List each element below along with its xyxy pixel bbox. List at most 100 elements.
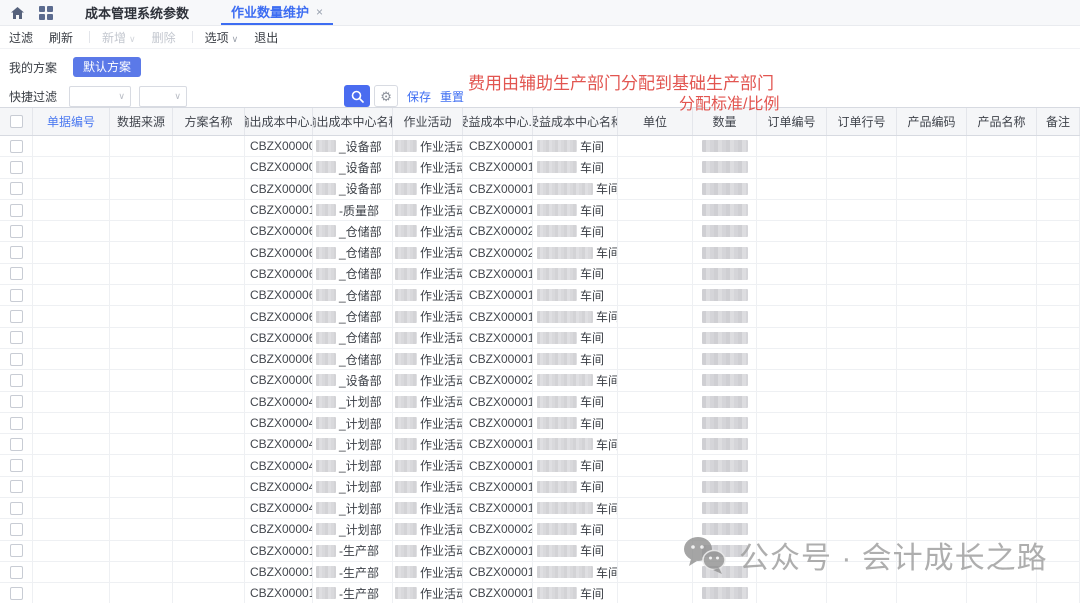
table-row[interactable]: CBZX000060_仓储部作业活动CBZX000012车间 [0,306,1080,327]
tab-activity-qty-maintenance[interactable]: 作业数量维护 × [221,0,333,25]
quick-filter-select-2[interactable]: ∨ [139,86,187,107]
select-all-checkbox[interactable] [10,115,23,128]
row-checkbox[interactable] [10,310,23,323]
cell [1037,477,1080,497]
column-header[interactable]: 受益成本中心... [463,108,533,135]
column-header[interactable]: 产品编码 [897,108,967,135]
row-checkbox[interactable] [10,417,23,430]
column-header[interactable]: 订单行号 [827,108,897,135]
cell [110,455,173,475]
cell-benefit-cost-center-name: 车间 [533,370,618,390]
table-row[interactable]: CBZX000040_计划部作业活动CBZX000022车间 [0,519,1080,540]
row-checkbox[interactable] [10,480,23,493]
table-row[interactable]: CBZX000040_计划部作业活动CBZX000014车间 [0,434,1080,455]
delete-button: 删除 [152,29,176,46]
row-checkbox[interactable] [10,523,23,536]
refresh-button[interactable]: 刷新 [49,29,73,46]
tab-bar: 成本管理系统参数 作业数量维护 × [0,0,1080,26]
apps-grid-icon[interactable] [39,0,53,25]
quick-filter-select-1[interactable]: ∨ [69,86,131,107]
row-checkbox[interactable] [10,246,23,259]
redacted-quantity [702,289,748,301]
row-checkbox[interactable] [10,140,23,153]
row-checkbox[interactable] [10,225,23,238]
table-row[interactable]: CBZX000009_设备部作业活动CBZX000017车间 [0,157,1080,178]
table-row[interactable]: CBZX000040_计划部作业活动CBZX000017车间 [0,477,1080,498]
table-row[interactable]: CBZX000060_仓储部作业活动CBZX000014车间 [0,264,1080,285]
row-checkbox[interactable] [10,544,23,557]
exit-button[interactable]: 退出 [254,29,278,46]
table-row[interactable]: CBZX000013-生产部作业活动CBZX000014车间 [0,583,1080,603]
row-checkbox[interactable] [10,502,23,515]
table-row[interactable]: CBZX000013-生产部作业活动CBZX000010车间 [0,541,1080,562]
column-header[interactable]: 输出成本中心... [245,108,313,135]
row-checkbox[interactable] [10,587,23,600]
table-row[interactable]: CBZX000009_设备部作业活动CBZX000019车间 [0,179,1080,200]
cell [0,242,33,262]
cell [110,200,173,220]
table-row[interactable]: CBZX000060_仓储部作业活动CBZX000022车间 [0,242,1080,263]
row-checkbox[interactable] [10,374,23,387]
options-button[interactable]: 选项∨ [205,29,239,46]
cell-benefit-cost-center: CBZX000010 [463,541,533,561]
redacted-text [316,332,336,344]
table-row[interactable]: CBZX000040_计划部作业活动CBZX000012车间 [0,413,1080,434]
search-button[interactable] [344,85,370,107]
filter-button[interactable]: 过滤 [9,29,33,46]
row-checkbox[interactable] [10,395,23,408]
home-icon[interactable] [10,0,25,25]
column-header[interactable]: 单据编号 [33,108,110,135]
column-header[interactable]: 备注 [1037,108,1080,135]
tab-cost-system-params[interactable]: 成本管理系统参数 [75,0,199,25]
table-row[interactable]: CBZX000060_仓储部作业活动CBZX000017车间 [0,349,1080,370]
table-row[interactable]: CBZX000009_设备部作业活动CBZX000015车间 [0,136,1080,157]
row-checkbox[interactable] [10,459,23,472]
cell [173,285,245,305]
cell [173,519,245,539]
save-button[interactable]: 保存 [407,88,431,105]
column-header[interactable]: 方案名称 [173,108,245,135]
cell [33,370,110,390]
table-row[interactable]: CBZX000060_仓储部作业活动CBZX000020车间 [0,221,1080,242]
table-row[interactable]: CBZX000040_计划部作业活动CBZX000010车间 [0,392,1080,413]
table-row[interactable]: CBZX000040_计划部作业活动CBZX000015车间 [0,455,1080,476]
cell [33,583,110,603]
column-header[interactable]: 输出成本中心名称 [313,108,393,135]
cell-output-cost-center-name: _设备部 [313,370,393,390]
table-row[interactable]: CBZX000060_仓储部作业活动CBZX000015车间 [0,328,1080,349]
table-row[interactable]: CBZX000009_设备部作业活动CBZX000022车间 [0,370,1080,391]
cell-output-cost-center-name: _仓储部 [313,264,393,284]
cell-benefit-cost-center-name: 车间 [533,477,618,497]
redacted-text [395,460,417,472]
cell-output-cost-center-name: _仓储部 [313,242,393,262]
redacted-text [395,396,417,408]
table-row[interactable]: CBZX000060_仓储部作业活动CBZX000010车间 [0,285,1080,306]
tab-close-icon[interactable]: × [316,5,323,19]
cell-quantity [693,455,757,475]
row-checkbox[interactable] [10,331,23,344]
redacted-text [316,438,336,450]
row-checkbox[interactable] [10,438,23,451]
row-checkbox[interactable] [10,353,23,366]
row-checkbox[interactable] [10,161,23,174]
row-checkbox[interactable] [10,267,23,280]
cell [110,179,173,199]
row-checkbox[interactable] [10,289,23,302]
table-row[interactable]: CBZX000016-质量部作业活动CBZX000010车间 [0,200,1080,221]
table-row[interactable]: CBZX000013-生产部作业活动CBZX000012车间 [0,562,1080,583]
column-header[interactable]: 数据来源 [110,108,173,135]
column-header[interactable]: 产品名称 [967,108,1037,135]
cell-activity: 作业活动 [393,200,463,220]
column-header[interactable]: 作业活动 [393,108,463,135]
row-checkbox[interactable] [10,204,23,217]
row-checkbox[interactable] [10,566,23,579]
cell [33,455,110,475]
default-plan-button[interactable]: 默认方案 [73,57,141,77]
redacted-text [316,566,336,578]
column-header[interactable]: 受益成本中心名称 [533,108,618,135]
table-row[interactable]: CBZX000040_计划部作业活动CBZX000019车间 [0,498,1080,519]
row-checkbox[interactable] [10,182,23,195]
reset-button[interactable]: 重置 [440,88,464,105]
cell [618,455,693,475]
settings-button[interactable]: ⚙ [374,85,398,107]
